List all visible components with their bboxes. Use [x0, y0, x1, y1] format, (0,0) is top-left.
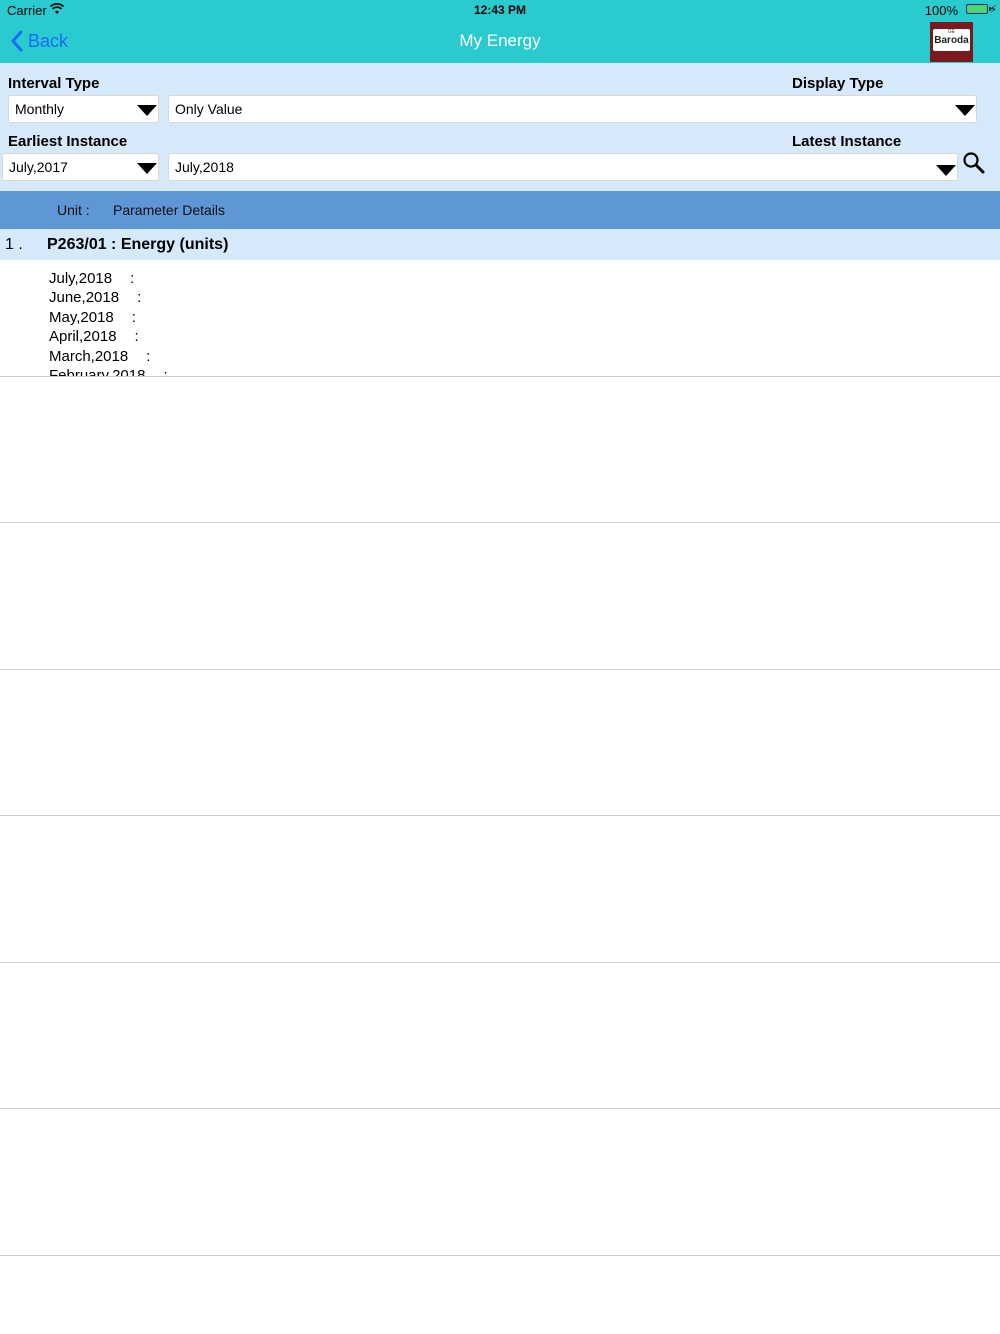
- reading-month: April,2018: [49, 328, 117, 345]
- navigation-bar: Back My Energy GE Baroda: [0, 20, 1000, 63]
- logo-text: Baroda: [934, 35, 969, 46]
- clock: 12:43 PM: [473, 3, 527, 17]
- battery-icon: [966, 4, 988, 14]
- row-divider: [0, 522, 1000, 523]
- earliest-instance-select[interactable]: July,2017: [2, 153, 159, 181]
- row-divider: [0, 669, 1000, 670]
- list-item: April,2018:: [49, 327, 139, 347]
- list-item: May,2018:: [49, 308, 136, 328]
- interval-type-select[interactable]: Monthly: [8, 95, 159, 123]
- unit-column-header: Unit :: [57, 202, 90, 218]
- list-item: March,2018:: [49, 347, 150, 367]
- latest-instance-label: Latest Instance: [792, 133, 902, 150]
- interval-type-value: Monthly: [15, 101, 65, 117]
- table-header: Unit : Parameter Details: [0, 191, 1000, 229]
- caret-down-icon: [936, 165, 956, 176]
- display-type-label: Display Type: [792, 75, 884, 92]
- display-type-value: Only Value: [175, 101, 243, 117]
- charging-icon: ⚡: [989, 4, 997, 16]
- filter-panel: Interval Type Display Type Monthly Only …: [0, 63, 1000, 191]
- reading-separator: :: [163, 367, 168, 376]
- parameter-column-header: Parameter Details: [113, 202, 226, 218]
- page-title: My Energy: [459, 31, 541, 50]
- reading-separator: :: [130, 270, 135, 287]
- list-item: February,2018:: [49, 366, 168, 376]
- reading-separator: :: [131, 309, 136, 326]
- earliest-instance-value: July,2017: [9, 159, 68, 175]
- earliest-instance-label: Earliest Instance: [8, 133, 128, 150]
- reading-month: March,2018: [49, 348, 129, 365]
- list-item: July,2018:: [49, 269, 134, 289]
- row-divider: [0, 376, 1000, 377]
- back-button[interactable]: Back: [10, 28, 68, 54]
- reading-separator: :: [146, 348, 151, 365]
- caret-down-icon: [137, 105, 157, 116]
- reading-separator: :: [137, 289, 142, 306]
- status-bar: Carrier 12:43 PM 100% ⚡: [0, 0, 1000, 20]
- row-divider: [0, 1108, 1000, 1109]
- battery-percent: 100%: [924, 3, 958, 18]
- chevron-left-icon: [11, 30, 23, 52]
- caret-down-icon: [137, 163, 157, 174]
- caret-down-icon: [955, 105, 975, 116]
- reading-separator: :: [134, 328, 139, 345]
- reading-month: June,2018: [49, 289, 120, 306]
- list-item: June,2018:: [49, 288, 141, 308]
- reading-month: May,2018: [49, 309, 114, 326]
- parameter-title: P263/01 : Energy (units): [47, 236, 229, 253]
- back-label: Back: [28, 30, 69, 51]
- reading-month: February,2018: [49, 367, 146, 376]
- readings-list[interactable]: July,2018: June,2018: May,2018: April,20…: [0, 260, 1000, 376]
- baroda-logo: GE Baroda: [930, 22, 973, 62]
- latest-instance-value: July,2018: [175, 159, 234, 175]
- parameter-index: 1 .: [5, 236, 23, 253]
- row-divider: [0, 962, 1000, 963]
- parameter-row[interactable]: 1 . P263/01 : Energy (units): [0, 229, 1000, 260]
- display-type-select[interactable]: Only Value: [168, 95, 977, 123]
- row-divider: [0, 1255, 1000, 1256]
- reading-month: July,2018: [49, 270, 113, 287]
- search-icon[interactable]: [962, 151, 986, 175]
- interval-type-label: Interval Type: [8, 75, 100, 92]
- row-divider: [0, 815, 1000, 816]
- latest-instance-select[interactable]: July,2018: [168, 153, 958, 181]
